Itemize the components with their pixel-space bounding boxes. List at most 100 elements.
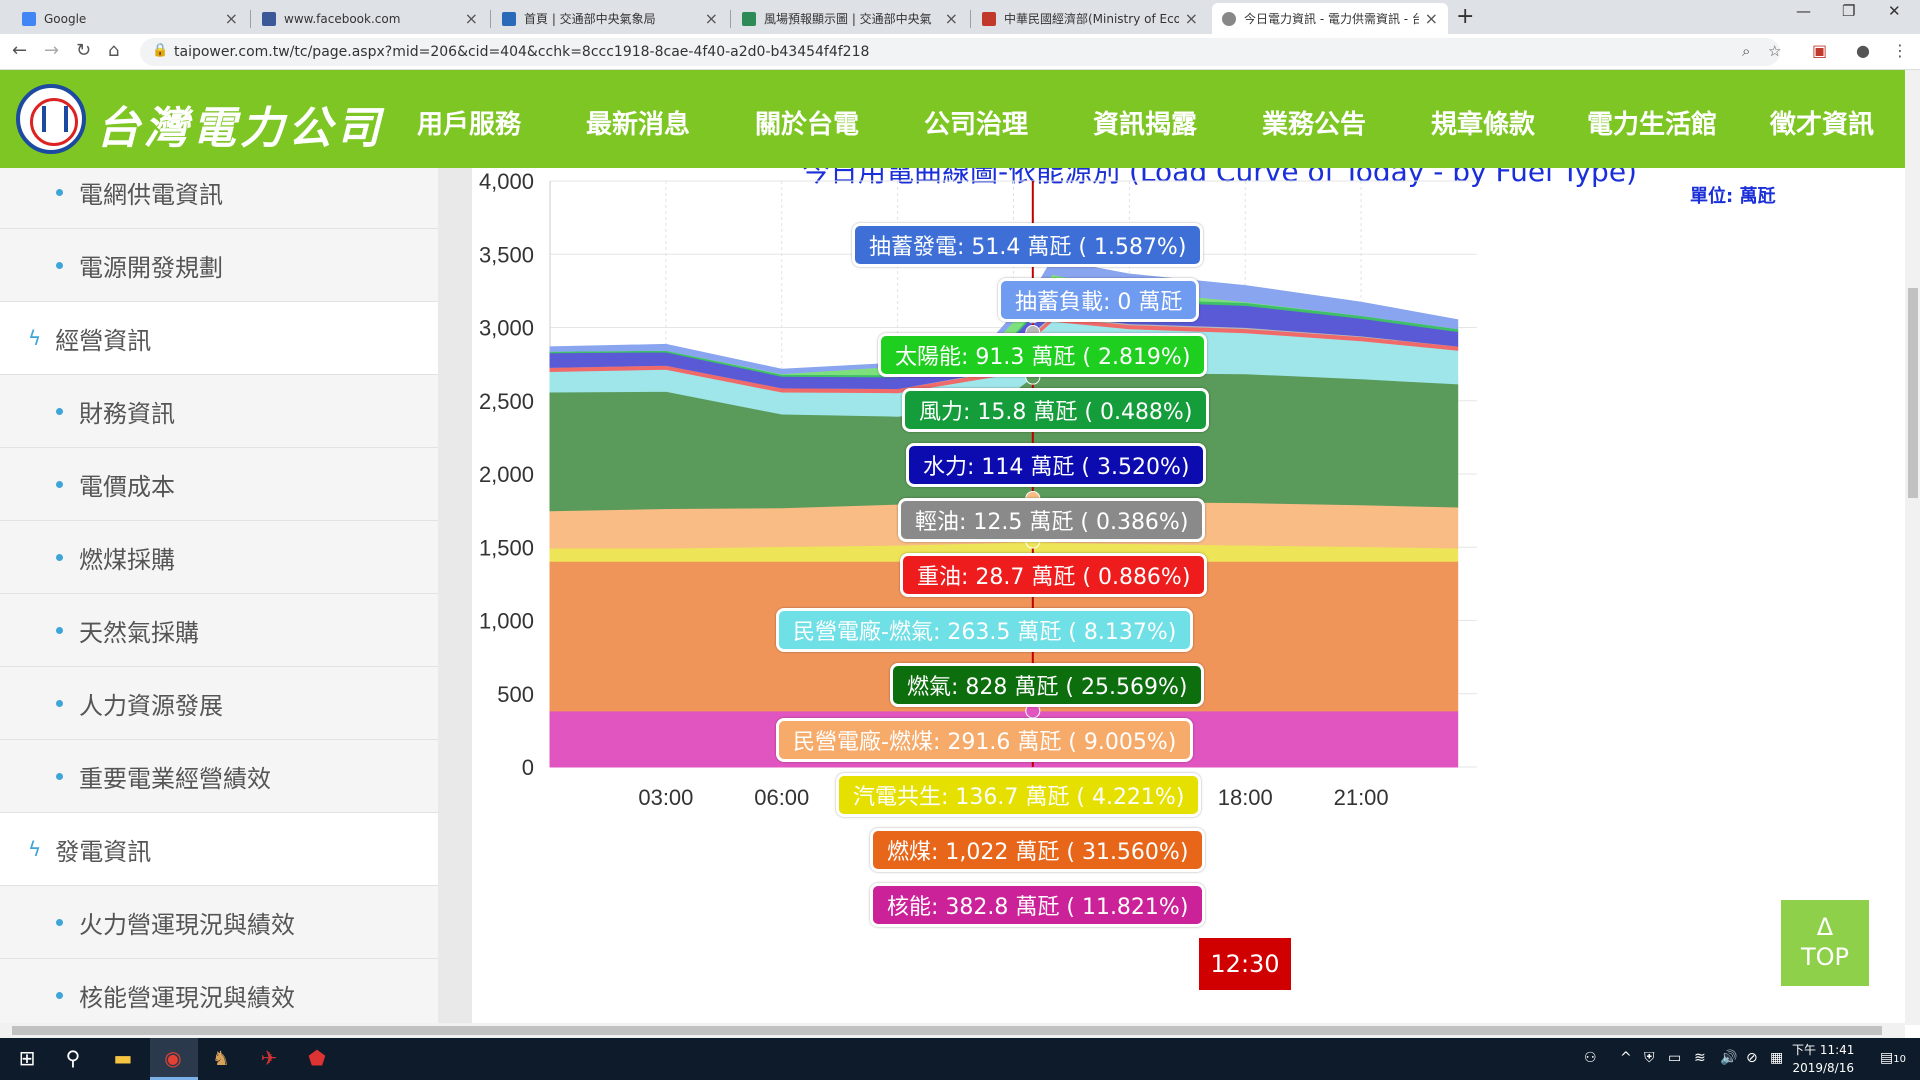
sidebar-item-nuclear-ops[interactable]: 核能營運現況與績效 [0, 959, 438, 1023]
nav-governance[interactable]: 公司治理 [924, 104, 1028, 141]
tooltip-hydro: 水力: 114 萬瓩 ( 3.520%) [906, 443, 1207, 487]
app-icon-2[interactable]: ✈ [256, 1046, 282, 1072]
sidebar-item-coal-procurement[interactable]: 燃煤採購 [0, 521, 438, 594]
lightning-icon: ϟ [28, 326, 42, 350]
close-tab-icon[interactable]: × [1185, 9, 1198, 28]
sidebar-item-grid-supply[interactable]: 電網供電資訊 [0, 168, 438, 229]
nav-disclosure[interactable]: 資訊揭露 [1093, 104, 1197, 141]
window-close-icon[interactable]: ✕ [1888, 2, 1901, 20]
nav-user-services[interactable]: 用戶服務 [417, 104, 521, 141]
sidebar-item-tariff-cost[interactable]: 電價成本 [0, 448, 438, 521]
reload-icon[interactable]: ↻ [76, 40, 91, 61]
lock-icon: 🔒 [152, 43, 169, 58]
bullet-icon [56, 991, 63, 999]
close-tab-icon[interactable]: × [1425, 9, 1438, 28]
x-tick-label: 06:00 [754, 785, 809, 810]
browser-menu-icon[interactable]: ⋮ [1892, 41, 1908, 60]
tooltip-pumped-load: 抽蓄負載: 0 萬瓩 [998, 278, 1200, 322]
people-icon[interactable]: ⚇ [1584, 1050, 1597, 1066]
home-icon[interactable]: ⌂ [108, 40, 119, 61]
nav-announcements[interactable]: 業務公告 [1262, 104, 1366, 141]
y-tick-label: 3,000 [479, 316, 534, 341]
x-tick-label: 03:00 [638, 785, 693, 810]
restore-icon[interactable]: ❐ [1842, 2, 1855, 20]
nav-about[interactable]: 關於台電 [755, 104, 859, 141]
y-tick-label: 2,500 [479, 389, 534, 414]
battery-icon[interactable]: ▭ [1668, 1050, 1681, 1066]
network-off-icon[interactable]: ⊘ [1746, 1050, 1758, 1066]
sidebar-item-power-development[interactable]: 電源開發規劃 [0, 229, 438, 302]
tab-cwb[interactable]: 首頁 | 交通部中央氣象局 × [492, 3, 728, 34]
y-tick-label: 1,000 [479, 609, 534, 634]
url-input[interactable]: 🔒 taipower.com.tw/tc/page.aspx?mid=206&c… [140, 38, 1781, 66]
tooltip-coal: 燃煤: 1,022 萬瓩 ( 31.560%) [870, 828, 1206, 872]
chart-panel: 今日用電曲線圖-依能源別 (Load Curve of Today - by F… [472, 168, 1905, 1023]
close-tab-icon[interactable]: × [225, 9, 238, 28]
system-clock[interactable]: 下午 11:41 2019/8/16 [1792, 1041, 1854, 1077]
x-tick-label: 21:00 [1334, 785, 1389, 810]
scrollbar-thumb[interactable] [1908, 288, 1918, 498]
sidebar-item-performance[interactable]: 重要電業經營績效 [0, 740, 438, 813]
horizontal-scrollbar[interactable] [0, 1023, 1905, 1038]
windows-start-icon[interactable]: ⊞ [14, 1046, 40, 1072]
tab-wind-forecast[interactable]: 風場預報顯示圖 | 交通部中央氣 × [732, 3, 968, 34]
tray-expand-icon[interactable]: ^ [1620, 1050, 1632, 1066]
x-tick-label: 18:00 [1218, 785, 1273, 810]
tooltip-solar: 太陽能: 91.3 萬瓩 ( 2.819%) [878, 333, 1208, 377]
y-tick-label: 2,000 [479, 462, 534, 487]
sidebar-item-finance[interactable]: 財務資訊 [0, 375, 438, 448]
browser-tab-bar: Google × www.facebook.com × 首頁 | 交通部中央氣象… [0, 0, 1920, 34]
sidebar-section-business[interactable]: ϟ 經營資訊 [0, 302, 438, 375]
nav-news[interactable]: 最新消息 [586, 104, 690, 141]
wifi-icon[interactable]: ≋ [1694, 1050, 1706, 1066]
vertical-scrollbar[interactable] [1905, 70, 1920, 1025]
y-tick-label: 0 [522, 755, 534, 780]
bullet-icon [56, 626, 63, 634]
new-tab-icon[interactable]: + [1456, 4, 1474, 29]
tooltip-gas: 燃氣: 828 萬瓩 ( 25.569%) [890, 663, 1205, 707]
search-icon[interactable]: ⚲ [60, 1046, 86, 1072]
tab-taipower[interactable]: 今日電力資訊 - 電力供需資訊 - 台 × [1212, 3, 1448, 34]
volume-icon[interactable]: 🔊 [1720, 1050, 1737, 1066]
nav-careers[interactable]: 徵才資訊 [1770, 104, 1874, 141]
close-tab-icon[interactable]: × [465, 9, 478, 28]
close-tab-icon[interactable]: × [705, 9, 718, 28]
tooltip-pumped-generation: 抽蓄發電: 51.4 萬瓩 ( 1.587%) [852, 223, 1204, 267]
current-time-badge: 12:30 [1199, 938, 1291, 990]
close-tab-icon[interactable]: × [945, 9, 958, 28]
lightning-icon: ϟ [28, 837, 42, 861]
ime-icon[interactable]: ▦ [1770, 1050, 1783, 1066]
bullet-icon [56, 188, 63, 196]
zoom-icon[interactable]: ⌕ [1742, 42, 1750, 60]
y-tick-label: 500 [497, 682, 534, 707]
notification-center-icon[interactable]: ▤10 [1880, 1050, 1906, 1066]
tab-facebook[interactable]: www.facebook.com × [252, 3, 488, 34]
file-explorer-icon[interactable]: ▬ [110, 1046, 136, 1072]
tab-moea[interactable]: 中華民國經濟部(Ministry of Eco × [972, 3, 1208, 34]
tooltip-wind: 風力: 15.8 萬瓩 ( 0.488%) [902, 388, 1210, 432]
sidebar-item-hr-development[interactable]: 人力資源發展 [0, 667, 438, 740]
chrome-icon[interactable]: ◉ [160, 1046, 186, 1072]
profile-avatar-icon[interactable]: ● [1856, 41, 1870, 60]
extension-icon[interactable]: ▣ [1812, 41, 1827, 60]
site-logo-text[interactable]: 台灣電力公司 [96, 92, 384, 156]
forward-icon[interactable]: → [44, 40, 59, 61]
security-icon[interactable]: ⛨ [1644, 1050, 1655, 1066]
bullet-icon [56, 553, 63, 561]
taipower-logo-icon[interactable] [16, 84, 86, 154]
cwb-icon [502, 11, 516, 26]
nav-regulations[interactable]: 規章條款 [1431, 104, 1535, 141]
sidebar-section-generation[interactable]: ϟ 發電資訊 [0, 813, 438, 886]
sidebar-item-thermal-ops[interactable]: 火力營運現況與績效 [0, 886, 438, 959]
nav-power-life[interactable]: 電力生活館 [1587, 104, 1717, 141]
minimize-icon[interactable]: — [1796, 2, 1811, 20]
tab-google[interactable]: Google × [12, 3, 248, 34]
app-icon-3[interactable]: ⬟ [304, 1046, 330, 1072]
app-icon-1[interactable]: ♞ [208, 1046, 234, 1072]
sidebar-item-gas-procurement[interactable]: 天然氣採購 [0, 594, 438, 667]
bookmark-star-icon[interactable]: ☆ [1768, 42, 1781, 60]
back-to-top-button[interactable]: Δ TOP [1781, 900, 1869, 986]
bullet-icon [56, 480, 63, 488]
scrollbar-thumb[interactable] [12, 1026, 1882, 1035]
back-icon[interactable]: ← [12, 40, 27, 61]
